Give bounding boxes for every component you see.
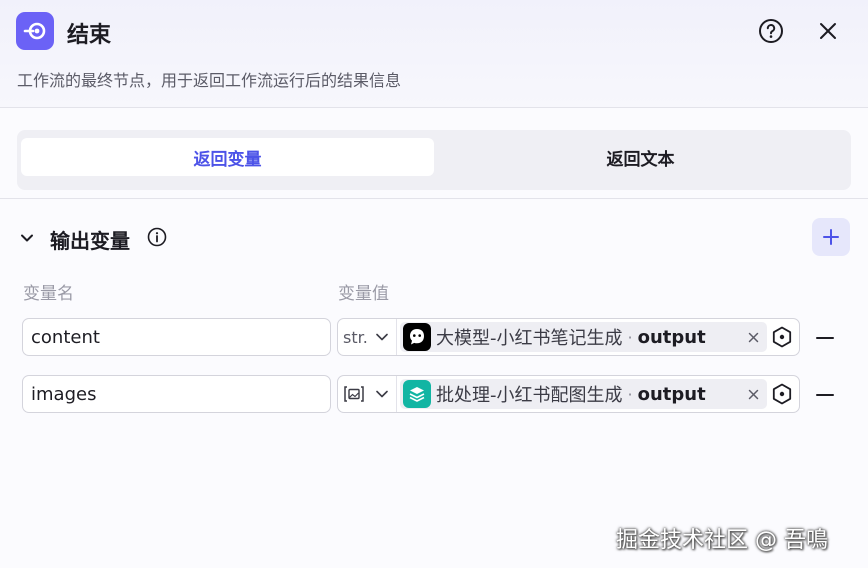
panel-title: 结束 [67,23,112,48]
return-mode-tabs: 返回变量 返回文本 [17,130,851,190]
variable-type-select[interactable] [338,376,397,412]
help-circle-icon[interactable] [757,17,785,45]
plus-icon [823,229,839,245]
tab-return-text[interactable]: 返回文本 [434,138,847,176]
variable-row: 批处理-小红书配图生成 · output [0,375,868,415]
output-variables-header: 输出变量 [0,218,868,258]
tab-return-variables[interactable]: 返回变量 [21,138,434,176]
chevron-down-icon [376,390,388,398]
column-label-name: 变量名 [23,284,74,304]
minus-icon [816,394,834,396]
panel-description: 工作流的最终节点，用于返回工作流运行后的结果信息 [17,71,402,90]
variable-name-input[interactable] [22,318,331,356]
variable-row: str. 大模型-小红书笔记生成 · output [0,318,868,358]
reference-node-name: 批处理-小红书配图生成 [436,385,623,406]
llm-node-icon [403,323,431,351]
variable-reference-chip[interactable]: 批处理-小红书配图生成 · output [400,379,767,409]
reference-separator: · [627,327,633,347]
panel-header: 结束 工作流的最终节点，用于返回工作流运行后的结果信息 [0,0,868,108]
minus-icon [816,337,834,339]
output-variables-title: 输出变量 [50,229,130,253]
chevron-down-icon [376,333,388,341]
variable-value-field: str. 大模型-小红书笔记生成 · output [337,318,800,356]
variable-picker-icon[interactable] [770,325,794,349]
reference-variable-name: output [637,326,706,348]
variable-type-select[interactable]: str. [338,319,397,355]
variable-name-input[interactable] [22,375,331,413]
batch-node-icon [403,380,431,408]
variable-picker-icon[interactable] [770,382,794,406]
variable-reference-chip[interactable]: 大模型-小红书笔记生成 · output [400,322,767,352]
reference-node-name: 大模型-小红书笔记生成 [436,328,623,349]
variable-type-label: str. [343,327,368,347]
return-mode-section: 返回变量 返回文本 [0,108,868,199]
chevron-down-icon[interactable] [17,228,37,248]
close-icon[interactable] [814,17,842,45]
remove-variable-button[interactable] [813,383,837,407]
variable-value-field: 批处理-小红书配图生成 · output [337,375,800,413]
clear-reference-icon[interactable] [744,385,762,403]
column-label-value: 变量值 [338,284,389,304]
remove-variable-button[interactable] [813,326,837,350]
clear-reference-icon[interactable] [744,328,762,346]
watermark: 掘金技术社区 @ 吾鳴 [616,528,828,553]
reference-variable-name: output [637,383,706,405]
end-node-icon [16,12,54,50]
reference-separator: · [627,384,633,404]
info-icon[interactable] [146,226,168,248]
add-variable-button[interactable] [812,218,850,256]
image-array-icon [344,386,364,402]
